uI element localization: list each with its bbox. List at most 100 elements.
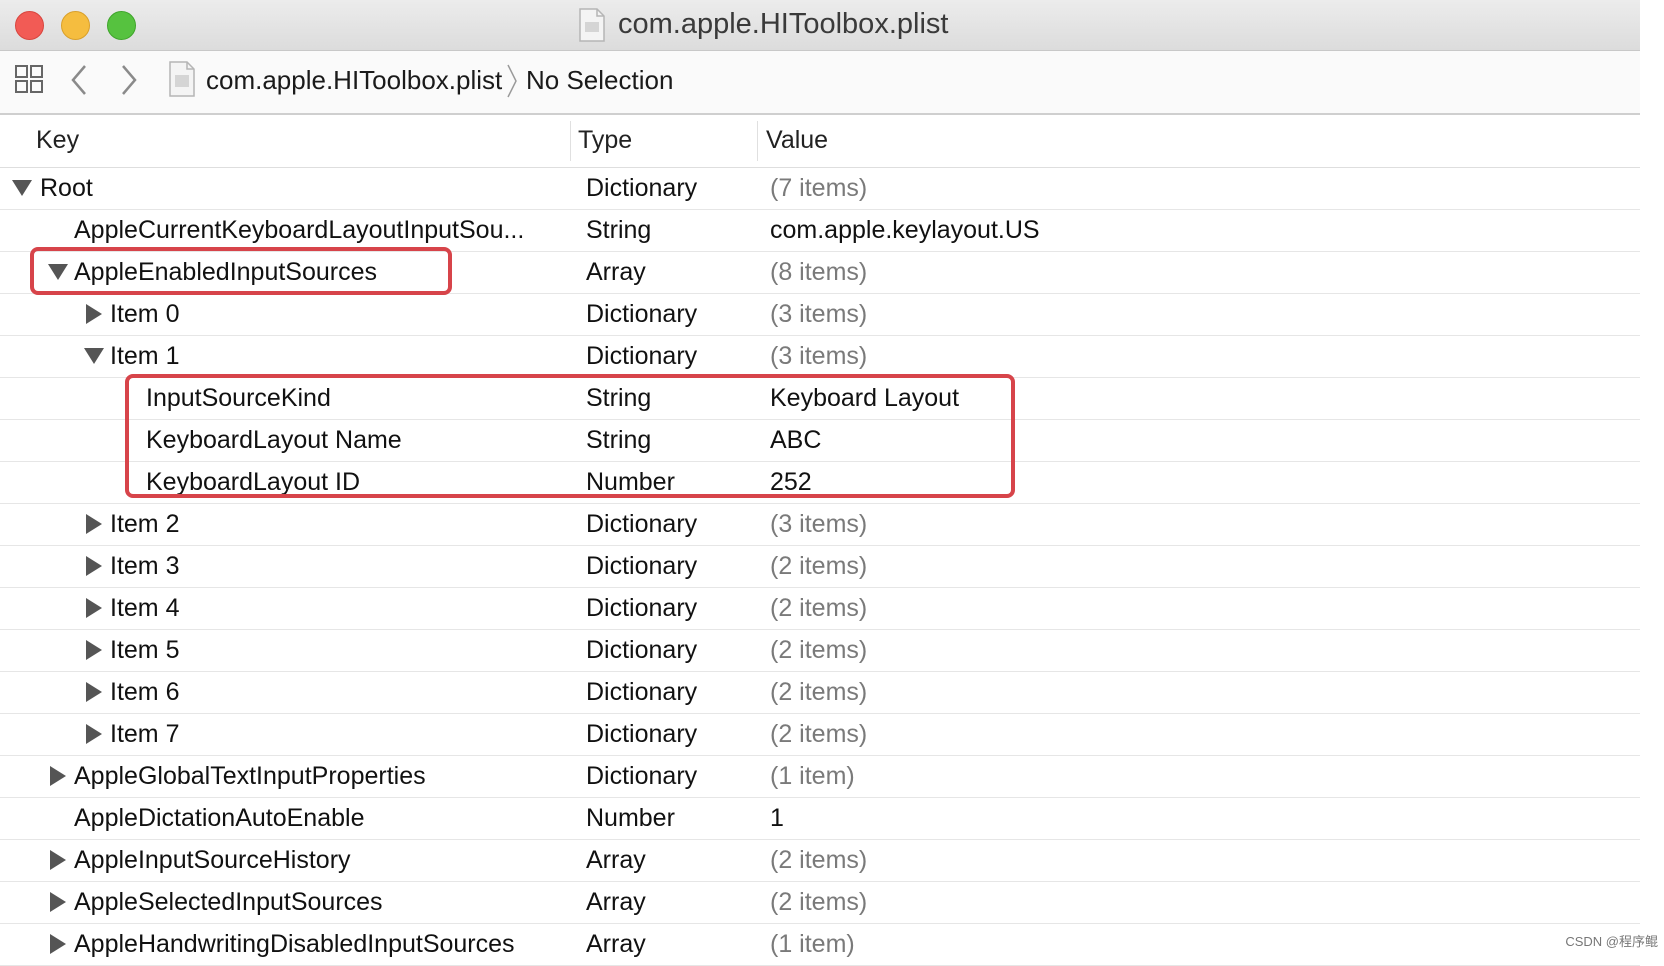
row-type[interactable]: Dictionary <box>586 300 697 329</box>
highlight-box-keyboard-layout-fields <box>125 374 1015 498</box>
row-type[interactable]: Array <box>586 888 646 917</box>
disclosure-triangle-closed-icon[interactable] <box>86 640 102 660</box>
disclosure-triangle-closed-icon[interactable] <box>86 724 102 744</box>
table-row[interactable]: AppleHandwritingDisabledInputSources Arra… <box>0 924 1640 966</box>
row-key[interactable]: Item 7 <box>110 720 179 749</box>
row-value[interactable]: com.apple.keylayout.US <box>770 216 1040 245</box>
disclosure-triangle-closed-icon[interactable] <box>86 682 102 702</box>
disclosure-triangle-closed-icon[interactable] <box>50 934 66 954</box>
grid-icon[interactable] <box>14 64 44 94</box>
row-value[interactable]: (8 items) <box>770 258 867 287</box>
table-row[interactable]: AppleCurrentKeyboardLayoutInputSou... Str… <box>0 210 1640 252</box>
row-type[interactable]: Number <box>586 804 675 833</box>
row-type[interactable]: Dictionary <box>586 342 697 371</box>
chevron-left-icon[interactable] <box>68 63 90 97</box>
row-type[interactable]: Dictionary <box>586 678 697 707</box>
table-header: Key Type Value <box>0 115 1640 168</box>
breadcrumb-separator-icon <box>507 64 517 98</box>
row-type[interactable]: Dictionary <box>586 720 697 749</box>
row-value[interactable]: (2 items) <box>770 846 867 875</box>
table-row[interactable]: AppleInputSourceHistory Array (2 items) <box>0 840 1640 882</box>
disclosure-triangle-closed-icon[interactable] <box>86 598 102 618</box>
highlight-box-enabled-input-sources <box>30 247 452 295</box>
row-key[interactable]: AppleInputSourceHistory <box>74 846 351 875</box>
chevron-right-icon[interactable] <box>118 63 140 97</box>
row-key[interactable]: AppleHandwritingDisabledInputSources <box>74 930 515 959</box>
table-row[interactable]: Item 4 Dictionary (2 items) <box>0 588 1640 630</box>
table-row[interactable]: Item 7 Dictionary (2 items) <box>0 714 1640 756</box>
row-type[interactable]: String <box>586 216 651 245</box>
row-key[interactable]: Item 4 <box>110 594 179 623</box>
row-key[interactable]: Item 6 <box>110 678 179 707</box>
plist-editor-window: com.apple.HIToolbox.plist com.apple.HITo… <box>0 0 1640 966</box>
row-type[interactable]: Array <box>586 258 646 287</box>
table-row[interactable]: AppleDictationAutoEnable Number 1 <box>0 798 1640 840</box>
column-divider[interactable] <box>570 121 571 161</box>
column-header-value[interactable]: Value <box>766 126 828 155</box>
title-bar: com.apple.HIToolbox.plist <box>0 0 1640 51</box>
zoom-button[interactable] <box>107 11 136 40</box>
row-key[interactable]: AppleSelectedInputSources <box>74 888 383 917</box>
row-value[interactable]: (7 items) <box>770 174 867 203</box>
row-key[interactable]: Root <box>40 174 93 203</box>
row-key[interactable]: Item 5 <box>110 636 179 665</box>
row-value[interactable]: (2 items) <box>770 720 867 749</box>
row-type[interactable]: Dictionary <box>586 510 697 539</box>
row-type[interactable]: Dictionary <box>586 636 697 665</box>
row-type[interactable]: Dictionary <box>586 594 697 623</box>
column-header-type[interactable]: Type <box>578 126 632 155</box>
row-key[interactable]: Item 1 <box>110 342 179 371</box>
disclosure-triangle-closed-icon[interactable] <box>50 850 66 870</box>
column-divider[interactable] <box>757 121 758 161</box>
row-key[interactable]: Item 3 <box>110 552 179 581</box>
disclosure-triangle-closed-icon[interactable] <box>86 514 102 534</box>
minimize-button[interactable] <box>61 11 90 40</box>
table-row[interactable]: Item 6 Dictionary (2 items) <box>0 672 1640 714</box>
table-row[interactable]: Item 0 Dictionary (3 items) <box>0 294 1640 336</box>
row-value[interactable]: (3 items) <box>770 510 867 539</box>
row-key[interactable]: Item 2 <box>110 510 179 539</box>
row-value[interactable]: (2 items) <box>770 594 867 623</box>
disclosure-triangle-closed-icon[interactable] <box>50 766 66 786</box>
row-value[interactable]: (2 items) <box>770 552 867 581</box>
table-row[interactable]: Item 5 Dictionary (2 items) <box>0 630 1640 672</box>
row-type[interactable]: Dictionary <box>586 552 697 581</box>
row-key[interactable]: AppleDictationAutoEnable <box>74 804 364 833</box>
row-value[interactable]: (3 items) <box>770 342 867 371</box>
row-type[interactable]: Array <box>586 846 646 875</box>
disclosure-triangle-open-icon[interactable] <box>84 348 104 364</box>
row-value[interactable]: (3 items) <box>770 300 867 329</box>
row-key[interactable]: AppleGlobalTextInputProperties <box>74 762 426 791</box>
row-value[interactable]: (1 item) <box>770 930 855 959</box>
row-value[interactable]: (2 items) <box>770 636 867 665</box>
row-value[interactable]: (2 items) <box>770 678 867 707</box>
row-type[interactable]: Dictionary <box>586 174 697 203</box>
close-button[interactable] <box>15 11 44 40</box>
breadcrumb-file-icon <box>169 61 195 97</box>
table-row[interactable]: Item 2 Dictionary (3 items) <box>0 504 1640 546</box>
row-value[interactable]: (1 item) <box>770 762 855 791</box>
breadcrumb-selection[interactable]: No Selection <box>526 65 673 96</box>
row-value[interactable]: 1 <box>770 804 784 833</box>
disclosure-triangle-closed-icon[interactable] <box>50 892 66 912</box>
table-row[interactable]: Item 1 Dictionary (3 items) <box>0 336 1640 378</box>
table-row[interactable]: AppleGlobalTextInputProperties Dictionary… <box>0 756 1640 798</box>
jump-bar: com.apple.HIToolbox.plist No Selection <box>0 51 1640 115</box>
disclosure-triangle-open-icon[interactable] <box>12 180 32 196</box>
disclosure-triangle-closed-icon[interactable] <box>86 304 102 324</box>
row-type[interactable]: Dictionary <box>586 762 697 791</box>
table-row[interactable]: AppleSelectedInputSources Array (2 items) <box>0 882 1640 924</box>
row-value[interactable]: (2 items) <box>770 888 867 917</box>
disclosure-triangle-closed-icon[interactable] <box>86 556 102 576</box>
column-header-key[interactable]: Key <box>36 126 79 155</box>
table-row[interactable]: Root Dictionary (7 items) <box>0 168 1640 210</box>
plist-file-icon <box>579 8 605 42</box>
table-row[interactable]: Item 3 Dictionary (2 items) <box>0 546 1640 588</box>
plist-outline-table: Key Type Value Root Dictionary (7 items) Ap… <box>0 115 1640 966</box>
window-title: com.apple.HIToolbox.plist <box>618 8 949 40</box>
row-type[interactable]: Array <box>586 930 646 959</box>
breadcrumb-file[interactable]: com.apple.HIToolbox.plist <box>206 65 502 96</box>
row-key[interactable]: AppleCurrentKeyboardLayoutInputSou... <box>74 216 524 245</box>
row-key[interactable]: Item 0 <box>110 300 179 329</box>
watermark: CSDN @程序鲲 <box>1565 934 1658 949</box>
